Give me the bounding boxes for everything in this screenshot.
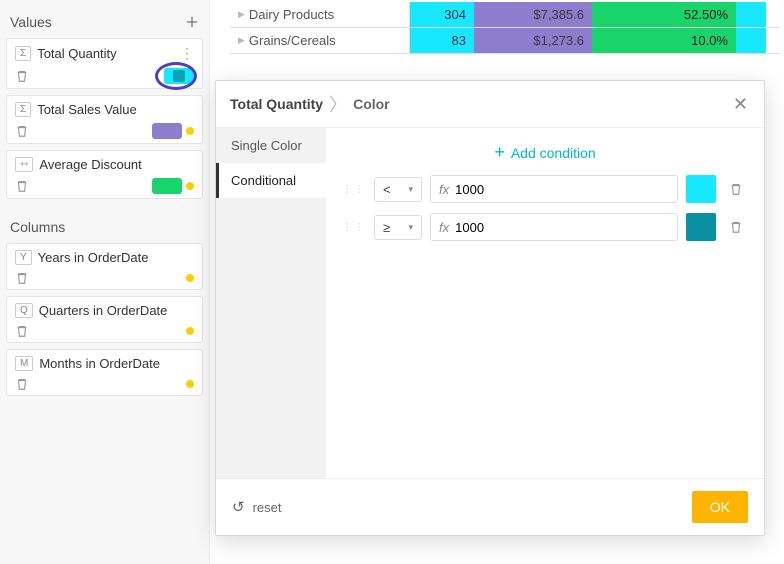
color-swatch[interactable]: [686, 213, 716, 241]
fx-icon[interactable]: fx: [439, 220, 449, 235]
config-sidebar: Values Σ Total Quantity ⋮ Σ Total Sales …: [0, 0, 210, 564]
value-name: Average Discount: [39, 157, 194, 172]
color-chip[interactable]: [152, 123, 182, 139]
warning-dot-icon: [186, 182, 194, 190]
sales-cell: $1,273.6: [474, 28, 592, 53]
trash-icon: [729, 182, 743, 196]
value-card[interactable]: Σ Total Quantity ⋮: [6, 38, 203, 89]
close-icon[interactable]: ✕: [733, 94, 748, 115]
warning-dot-icon: [186, 380, 194, 388]
condition-value-input[interactable]: [455, 182, 669, 197]
column-card[interactable]: Q Quarters in OrderDate: [6, 296, 203, 343]
conditional-panel: + Add condition ⋮⋮ < ▾ fx ⋮⋮: [326, 128, 764, 478]
condition-row: ⋮⋮ ≥ ▾ fx: [342, 213, 748, 241]
color-chip[interactable]: [152, 178, 182, 194]
qty-cell: 304: [410, 2, 474, 27]
drag-handle-icon[interactable]: ⋮⋮: [342, 184, 366, 195]
breadcrumb: Total Quantity 〉 Color: [230, 91, 390, 117]
trash-icon[interactable]: [15, 271, 29, 285]
sigma-icon: Σ: [15, 102, 31, 117]
condition-row: ⋮⋮ < ▾ fx: [342, 175, 748, 203]
add-value-icon[interactable]: [185, 15, 199, 29]
column-name: Quarters in OrderDate: [39, 303, 194, 318]
chevron-down-icon: ▾: [408, 184, 413, 195]
drag-handle-icon[interactable]: ⋮⋮: [342, 222, 366, 233]
popover-header: Total Quantity 〉 Color ✕: [216, 81, 764, 128]
trash-icon: [729, 220, 743, 234]
expand-icon[interactable]: ▶: [238, 35, 245, 46]
warning-dot-icon: [186, 127, 194, 135]
popover-footer: ↺ reset OK: [216, 478, 764, 535]
popover-body: Single Color Conditional + Add condition…: [216, 128, 764, 478]
value-input-wrapper: fx: [430, 175, 678, 203]
row-label-cell[interactable]: ▶Dairy Products: [230, 2, 410, 27]
ok-button[interactable]: OK: [692, 491, 748, 523]
values-header-label: Values: [10, 14, 52, 30]
column-name: Months in OrderDate: [39, 356, 194, 371]
columns-header-label: Columns: [10, 219, 65, 235]
undo-icon: ↺: [232, 498, 245, 516]
value-name: Total Quantity: [37, 46, 174, 61]
tab-conditional[interactable]: Conditional: [216, 163, 326, 198]
discount-cell: 52.50%: [592, 2, 736, 27]
value-card[interactable]: Σ Total Sales Value: [6, 95, 203, 144]
delete-condition-button[interactable]: [724, 177, 748, 201]
letter-icon: Q: [15, 303, 33, 318]
trash-icon[interactable]: [15, 124, 29, 138]
pad-cell: [736, 28, 766, 53]
columns-section-header: Columns: [6, 213, 203, 243]
trash-icon[interactable]: [15, 324, 29, 338]
table-row: ▶Dairy Products 304 $7,385.6 52.50%: [230, 2, 780, 28]
sales-cell: $7,385.6: [474, 2, 592, 27]
value-card[interactable]: ⇿ Average Discount: [6, 150, 203, 199]
discount-cell: 10.0%: [592, 28, 736, 53]
reset-button[interactable]: ↺ reset: [232, 498, 281, 516]
crumb-section: Color: [353, 96, 390, 112]
pad-cell: [736, 2, 766, 27]
chevron-right-icon: 〉: [329, 91, 347, 117]
plus-icon: +: [494, 142, 505, 163]
tab-single-color[interactable]: Single Color: [216, 128, 326, 163]
letter-icon: Y: [15, 250, 32, 265]
color-chip[interactable]: [164, 68, 194, 84]
trash-icon[interactable]: [15, 69, 29, 83]
kebab-icon[interactable]: ⋮: [180, 45, 194, 62]
qty-cell: 83: [410, 28, 474, 53]
column-card[interactable]: M Months in OrderDate: [6, 349, 203, 396]
value-input-wrapper: fx: [430, 213, 678, 241]
expand-icon[interactable]: ▶: [238, 9, 245, 20]
fx-icon[interactable]: fx: [439, 182, 449, 197]
add-condition-button[interactable]: + Add condition: [342, 142, 748, 175]
trash-icon[interactable]: [15, 377, 29, 391]
crumb-field: Total Quantity: [230, 96, 323, 112]
column-card[interactable]: Y Years in OrderDate: [6, 243, 203, 290]
column-name: Years in OrderDate: [38, 250, 194, 265]
chevron-down-icon: ▾: [408, 222, 413, 233]
color-swatch[interactable]: [686, 175, 716, 203]
data-table: ▶Dairy Products 304 $7,385.6 52.50% ▶Gra…: [230, 2, 780, 54]
color-tabs: Single Color Conditional: [216, 128, 326, 478]
sigma-icon: Σ: [15, 46, 31, 61]
row-label-cell[interactable]: ▶Grains/Cereals: [230, 28, 410, 53]
warning-dot-icon: [186, 327, 194, 335]
avg-icon: ⇿: [15, 157, 33, 172]
warning-dot-icon: [186, 274, 194, 282]
trash-icon[interactable]: [15, 179, 29, 193]
operator-select[interactable]: < ▾: [374, 177, 422, 202]
delete-condition-button[interactable]: [724, 215, 748, 239]
color-config-popover: Total Quantity 〉 Color ✕ Single Color Co…: [215, 80, 765, 536]
condition-value-input[interactable]: [455, 220, 669, 235]
operator-select[interactable]: ≥ ▾: [374, 215, 422, 240]
value-name: Total Sales Value: [37, 102, 194, 117]
values-section-header: Values: [6, 8, 203, 38]
letter-icon: M: [15, 356, 33, 371]
table-row: ▶Grains/Cereals 83 $1,273.6 10.0%: [230, 28, 780, 54]
